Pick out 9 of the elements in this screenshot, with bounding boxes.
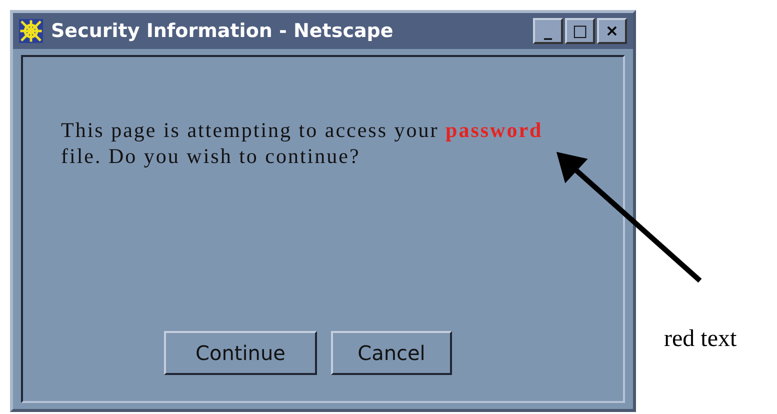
annotation-label: red text (664, 326, 737, 353)
close-button[interactable]: × (597, 18, 627, 44)
window-title: Security Information - Netscape (51, 20, 394, 42)
app-icon (19, 19, 43, 43)
continue-button[interactable]: Continue (164, 331, 317, 375)
minimize-button[interactable]: _ (533, 18, 563, 44)
message-text: This page is attempting to access your password file. Do you wish to continue? (61, 117, 544, 169)
maximize-button[interactable]: □ (565, 18, 595, 44)
cancel-button[interactable]: Cancel (331, 331, 452, 375)
